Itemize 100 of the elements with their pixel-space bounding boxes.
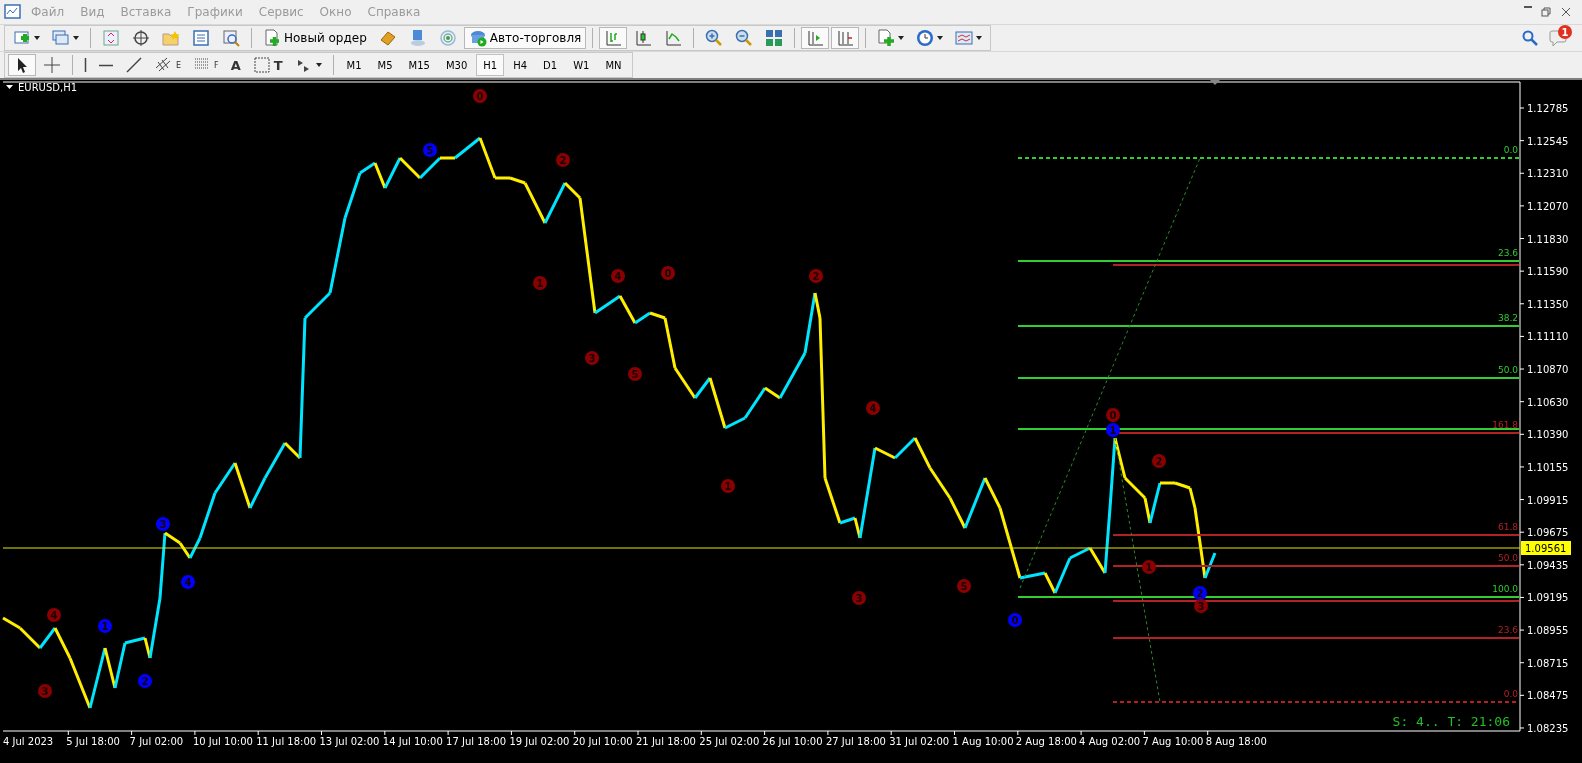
caret-icon [73, 36, 79, 40]
chart-template-icon [955, 29, 974, 47]
time-axis-label: 31 Jul 02:00 [889, 736, 950, 747]
time-axis-label: 2 Aug 18:00 [1015, 736, 1077, 747]
price-axis-label: 1.10630 [1527, 396, 1569, 408]
minimize-icon [1524, 6, 1532, 8]
crosshair-icon [43, 56, 61, 74]
drawing-tool-button[interactable]: E [150, 54, 187, 76]
time-axis-label: 7 Jul 02:00 [129, 736, 184, 747]
status-text: S: 4.. T: 21:06 [1392, 714, 1510, 729]
drawing-tool-button[interactable]: F [188, 54, 224, 76]
price-axis-label: 1.12785 [1527, 103, 1569, 114]
time-axis-label: 4 Jul 2023 [3, 736, 54, 747]
windows-icon [52, 29, 70, 47]
chart-symbol-label: EURUSD,H1 [18, 82, 77, 93]
wave-count-label: 3 [41, 685, 49, 697]
chart-shift-icon [836, 29, 855, 47]
caret-icon [898, 36, 905, 40]
wave-count-label: 3 [159, 518, 167, 530]
toolbar-button[interactable]: Авто-торговля [463, 27, 587, 49]
wave-count-label: 5 [960, 580, 968, 592]
price-axis-label: 1.08715 [1527, 657, 1569, 669]
wave-count-label: 4 [614, 270, 622, 282]
time-axis-label: 20 Jul 10:00 [572, 736, 633, 747]
text-box-icon [252, 56, 271, 74]
crosshair-icon [132, 29, 150, 47]
drawing-tool-button[interactable] [8, 54, 36, 76]
timeframe-button[interactable]: H4 [506, 54, 535, 76]
notification-badge: 1 [1558, 25, 1572, 39]
tile-windows-icon [765, 29, 784, 47]
time-axis-label: 7 Aug 10:00 [1142, 736, 1204, 747]
wave-count-label: 0 [1011, 614, 1019, 626]
timeframe-button[interactable]: M1 [339, 54, 369, 76]
price-axis-label: 1.08475 [1527, 690, 1569, 702]
timeframe-button[interactable]: M30 [438, 54, 475, 76]
server-cloud-icon [408, 29, 427, 47]
price-axis-label: 1.09435 [1527, 559, 1569, 571]
toolbar-button[interactable]: Новый ордер [258, 27, 372, 49]
price-axis-label: 1.12545 [1527, 135, 1569, 147]
price-axis-label: 1.11110 [1527, 331, 1569, 343]
price-axis-label: 1.10390 [1527, 429, 1569, 441]
timeframe-button[interactable]: M5 [370, 54, 400, 76]
time-axis-label: 14 Jul 10:00 [382, 736, 443, 747]
caret-icon [937, 36, 944, 40]
time-axis-label: 11 Jul 18:00 [256, 736, 317, 747]
fibo-level-label: 23.6 [1497, 625, 1518, 635]
time-axis-label: 1 Aug 10:00 [952, 736, 1014, 747]
time-axis-label: 5 Jul 18:00 [66, 736, 120, 747]
wave-count-label: 3 [855, 592, 863, 604]
restore-icon [1540, 6, 1552, 18]
zoom-in-icon [705, 29, 724, 47]
zoom-out-icon [735, 29, 754, 47]
fibo-level-label: 50.0 [1497, 553, 1518, 563]
add-chart-icon [13, 29, 31, 47]
price-axis-label: 1.08235 [1527, 722, 1569, 734]
time-axis-label: 21 Jul 18:00 [636, 736, 696, 747]
panel-icon [192, 29, 210, 47]
horizontal-line-icon [99, 63, 113, 67]
price-axis-label: 1.08955 [1527, 625, 1569, 637]
price-axis-label: 1.12070 [1527, 200, 1569, 212]
wave-count-label: 2 [812, 270, 820, 282]
wave-count-label: 3 [588, 352, 596, 364]
fibo-level-label: 50.0 [1497, 365, 1518, 375]
wave-count-label: 5 [631, 368, 639, 380]
timeframe-button[interactable]: H1 [476, 54, 505, 76]
price-axis-label: 1.09195 [1527, 592, 1569, 604]
fibo-level-label: 0.0 [1503, 145, 1518, 155]
search-icon [1522, 30, 1538, 46]
folder-star-icon [162, 29, 180, 47]
time-axis-label: 13 Jul 02:00 [319, 736, 380, 747]
fibo-level-label: 161.8 [1492, 420, 1518, 430]
document-plus-icon [877, 29, 896, 47]
drawing-tool-button[interactable]: A [225, 54, 246, 76]
wave-count-label: 1 [1109, 424, 1117, 436]
book-icon [378, 29, 397, 47]
timeframe-button[interactable]: M15 [401, 54, 437, 76]
time-axis-label: 27 Jul 18:00 [825, 736, 886, 747]
timeframe-button[interactable]: MN [598, 54, 629, 76]
wave-count-label: 0 [476, 90, 484, 102]
timeframe-button[interactable]: D1 [536, 54, 565, 76]
wave-count-label: 2 [1155, 455, 1163, 467]
wave-count-label: 0 [1109, 409, 1117, 421]
wave-count-label: 1 [724, 480, 732, 492]
time-axis-label: 8 Aug 18:00 [1205, 736, 1267, 747]
drawing-tool-button[interactable]: T [247, 54, 288, 76]
wave-count-label: 0 [664, 267, 672, 279]
timeframe-button[interactable]: W1 [566, 54, 597, 76]
time-axis-label: 19 Jul 02:00 [509, 736, 570, 747]
price-axis-label: 1.09915 [1527, 494, 1569, 506]
fibo-level-label: 100.0 [1492, 584, 1518, 594]
quotes-icon [102, 29, 120, 47]
channel-icon [155, 56, 173, 74]
wave-count-label: 1 [536, 277, 544, 289]
price-axis-label: 1.10155 [1527, 461, 1569, 473]
fibo-level-label: 38.2 [1497, 313, 1518, 323]
price-axis-label: 1.11830 [1527, 233, 1569, 245]
wave-count-label: 4 [869, 402, 877, 414]
wave-count-label: 2 [1196, 587, 1204, 599]
app-icon [4, 3, 22, 21]
price-axis-label: 1.12310 [1527, 168, 1569, 180]
